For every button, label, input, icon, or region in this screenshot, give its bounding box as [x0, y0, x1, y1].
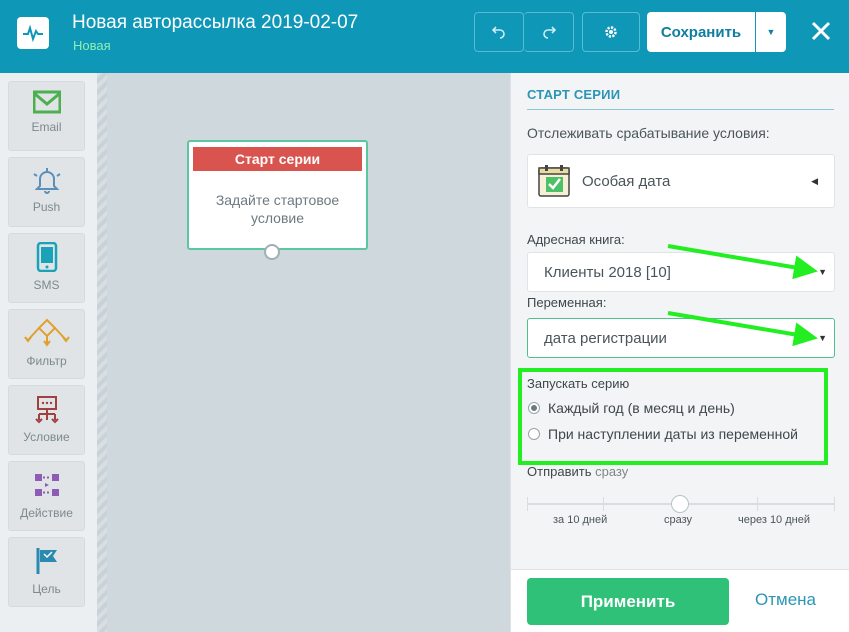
tool-label: Email: [31, 120, 62, 134]
slider-tick: [527, 497, 528, 511]
tool-email[interactable]: Email: [8, 81, 85, 151]
address-book-value: Клиенты 2018 [10]: [544, 264, 671, 281]
settings-panel: СТАРТ СЕРИИ Отслеживать срабатывание усл…: [510, 73, 849, 632]
tool-label: Действие: [20, 506, 73, 520]
track-label: Отслеживать срабатывание условия:: [527, 125, 770, 141]
send-label-value: сразу: [595, 464, 629, 479]
app-header: Новая авторассылка 2019-02-07 Новая Сохр…: [0, 0, 849, 73]
cancel-button[interactable]: Отмена: [755, 590, 816, 610]
slider-label-left: за 10 дней: [553, 514, 608, 526]
redo-icon: [542, 26, 556, 39]
condition-icon: [34, 396, 59, 424]
start-node-title: Старт серии: [193, 147, 362, 171]
save-button[interactable]: Сохранить: [647, 12, 755, 52]
tool-condition[interactable]: Условие: [8, 385, 85, 455]
annotation-highlight-box: [518, 368, 828, 465]
calendar-check-icon: [538, 165, 570, 197]
node-output-port[interactable]: [264, 244, 280, 260]
status-badge: Новая: [73, 38, 111, 53]
send-label-prefix: Отправить: [527, 464, 592, 479]
bell-icon: [32, 168, 61, 194]
tool-filter[interactable]: Фильтр: [8, 309, 85, 379]
condition-select[interactable]: Особая дата ◀: [527, 154, 835, 208]
variable-label: Переменная:: [527, 295, 607, 310]
variable-select[interactable]: дата регистрации ▼: [527, 318, 835, 358]
start-node[interactable]: Старт серии Задайте стартовое условие: [187, 140, 368, 250]
filter-icon: [23, 318, 70, 347]
gear-icon: [605, 26, 617, 38]
tool-goal[interactable]: Цель: [8, 537, 85, 607]
caret-down-icon: ▼: [818, 333, 827, 343]
send-slider-thumb[interactable]: [671, 495, 689, 513]
phone-icon: [36, 242, 57, 272]
address-book-select[interactable]: Клиенты 2018 [10] ▼: [527, 252, 835, 292]
tool-label: Push: [32, 200, 61, 214]
tool-label: Цель: [32, 582, 61, 596]
variable-value: дата регистрации: [544, 330, 667, 347]
tool-label: SMS: [33, 278, 60, 292]
panel-title: СТАРТ СЕРИИ: [527, 87, 621, 102]
slider-label-right: через 10 дней: [738, 514, 810, 526]
tool-push[interactable]: Push: [8, 157, 85, 227]
send-label: Отправить сразу: [527, 464, 628, 479]
tool-label: Условие: [23, 430, 70, 444]
caret-down-icon: ▼: [818, 267, 827, 277]
tool-action[interactable]: Действие: [8, 461, 85, 531]
caret-left-icon: ◀: [811, 176, 818, 186]
action-icon: [34, 474, 59, 496]
slider-tick: [834, 497, 835, 511]
settings-button[interactable]: [582, 12, 640, 52]
undo-button[interactable]: [474, 12, 524, 52]
envelope-icon: [32, 90, 61, 114]
panel-footer: Применить Отмена: [511, 570, 849, 632]
slider-tick: [757, 497, 758, 511]
canvas-edge: [97, 73, 107, 632]
logo-icon: [17, 17, 49, 49]
redo-button[interactable]: [524, 12, 574, 52]
page-title: Новая авторассылка 2019-02-07: [72, 12, 359, 33]
address-book-label: Адресная книга:: [527, 232, 625, 247]
tool-sms[interactable]: SMS: [8, 233, 85, 303]
save-options-button[interactable]: ▼: [756, 12, 786, 52]
panel-title-divider: [527, 109, 834, 110]
flag-icon: [36, 548, 57, 574]
condition-value: Особая дата: [582, 173, 671, 190]
undo-icon: [492, 26, 505, 39]
close-icon: [811, 21, 831, 41]
slider-label-center: сразу: [664, 514, 693, 526]
tool-sidebar: Email Push SMS Фильтр Условие Действие Ц…: [0, 73, 97, 632]
caret-down-icon: ▼: [766, 27, 776, 37]
slider-tick: [603, 497, 604, 511]
close-button[interactable]: [806, 15, 836, 47]
tool-label: Фильтр: [26, 354, 67, 368]
start-node-hint: Задайте стартовое условие: [215, 192, 340, 226]
apply-button[interactable]: Применить: [527, 578, 729, 625]
